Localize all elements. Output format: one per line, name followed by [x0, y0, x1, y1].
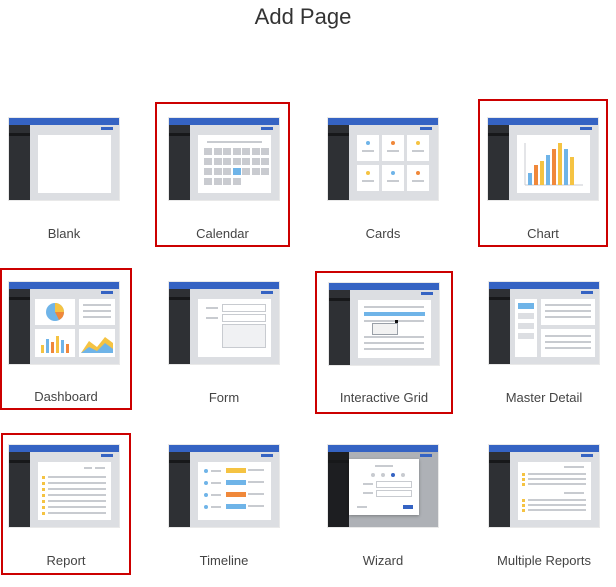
page-type-wizard[interactable]: Wizard: [323, 431, 443, 568]
multiple-reports-page-icon: [489, 445, 599, 527]
blank-page-icon: [9, 118, 119, 200]
tile-label: Report: [46, 553, 86, 568]
tile-label: Dashboard: [34, 389, 98, 404]
page-type-interactive-grid[interactable]: Interactive Grid: [315, 271, 453, 414]
area-chart-icon: [81, 337, 113, 353]
tile-label: Wizard: [362, 553, 404, 568]
master-detail-page-icon: [489, 282, 599, 364]
bar-chart-icon: [524, 143, 583, 186]
page-type-form[interactable]: Form: [164, 268, 284, 405]
tile-label: Blank: [47, 226, 81, 241]
chart-page-icon: [488, 118, 598, 200]
page-type-dashboard[interactable]: Dashboard: [0, 268, 132, 410]
tile-label: Cards: [365, 226, 401, 241]
page-type-report[interactable]: Report: [1, 433, 131, 575]
page-type-master-detail[interactable]: Master Detail: [484, 268, 604, 405]
page-type-multiple-reports[interactable]: Multiple Reports: [484, 431, 604, 568]
page-type-calendar[interactable]: Calendar: [155, 102, 290, 247]
report-page-icon: [9, 445, 119, 527]
tile-label: Form: [208, 390, 240, 405]
page-type-cards[interactable]: Cards: [323, 104, 443, 241]
tile-label: Chart: [527, 226, 559, 241]
tile-label: Calendar: [196, 226, 249, 241]
interactive-grid-page-icon: [329, 283, 439, 365]
cards-page-icon: [328, 118, 438, 200]
timeline-page-icon: [169, 445, 279, 527]
tile-label: Master Detail: [505, 390, 583, 405]
page-type-blank[interactable]: Blank: [4, 104, 124, 241]
tile-label: Multiple Reports: [497, 553, 591, 568]
page-title: Add Page: [254, 4, 352, 29]
wizard-page-icon: [328, 445, 438, 527]
tile-label: Timeline: [199, 553, 249, 568]
form-page-icon: [169, 282, 279, 364]
pie-chart-icon: [46, 303, 64, 321]
calendar-page-icon: [169, 118, 279, 200]
tile-label: Interactive Grid: [339, 390, 429, 405]
page-type-chart[interactable]: Chart: [478, 99, 608, 247]
page-type-timeline[interactable]: Timeline: [164, 431, 284, 568]
bar-chart-icon: [41, 336, 69, 353]
dashboard-page-icon: [9, 282, 119, 364]
